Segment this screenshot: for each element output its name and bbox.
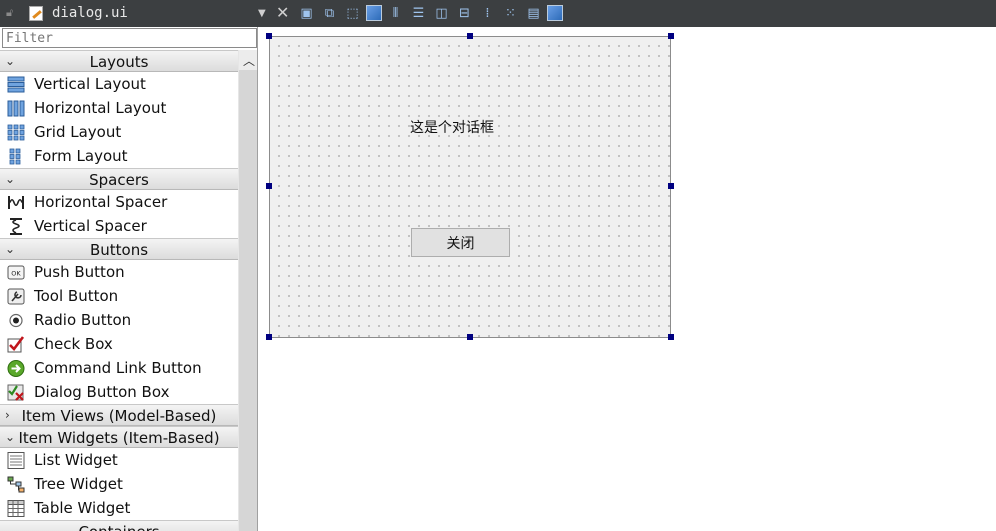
widget-item-table-widget[interactable]: Table Widget: [0, 496, 238, 520]
horizontal-layout-icon: [7, 100, 25, 117]
table-widget-icon: [7, 500, 25, 517]
layout-grid-icon[interactable]: ⁙: [501, 4, 520, 23]
widget-box-scrollbar[interactable]: ︿: [238, 50, 257, 531]
category-spacers[interactable]: ⌄ Spacers: [0, 168, 238, 190]
widget-item-vertical-layout[interactable]: Vertical Layout: [0, 72, 238, 96]
edit-buddies-icon[interactable]: ⬚: [343, 4, 362, 23]
widget-item-list-widget[interactable]: List Widget: [0, 448, 238, 472]
category-label: Item Widgets (Item-Based): [18, 429, 220, 447]
widget-item-label: Horizontal Spacer: [34, 193, 168, 211]
category-containers[interactable]: ⌄ Containers: [0, 520, 238, 531]
tool-button-icon: [7, 288, 25, 305]
widget-item-grid-layout[interactable]: Grid Layout: [0, 120, 238, 144]
widget-item-label: Vertical Spacer: [34, 217, 147, 235]
layout-form-icon[interactable]: ⁞: [478, 4, 497, 23]
horizontal-spacer-icon: [8, 196, 24, 209]
push-button-icon: OK: [7, 265, 25, 280]
widget-item-dialog-button-box[interactable]: Dialog Button Box: [0, 380, 238, 404]
resize-handle-top[interactable]: [467, 33, 473, 39]
layout-vertical-splitter-icon[interactable]: ⊟: [455, 4, 474, 23]
widget-item-horizontal-layout[interactable]: Horizontal Layout: [0, 96, 238, 120]
category-label: Item Views (Model-Based): [21, 407, 217, 425]
widget-item-label: Command Link Button: [34, 359, 202, 377]
layout-vertical-icon[interactable]: ☰: [409, 4, 428, 23]
category-item-widgets[interactable]: ⌄ Item Widgets (Item-Based): [0, 426, 238, 448]
widget-item-label: Radio Button: [34, 311, 132, 329]
widget-item-label: Tool Button: [34, 287, 119, 305]
file-tab-title[interactable]: dialog.ui: [52, 5, 128, 21]
widget-item-label: Push Button: [34, 263, 125, 281]
widget-item-horizontal-spacer[interactable]: Horizontal Spacer: [0, 190, 238, 214]
edit-tab-order-icon[interactable]: [366, 5, 382, 21]
category-buttons[interactable]: ⌄ Buttons: [0, 238, 238, 260]
file-dropdown-icon[interactable]: ▼: [258, 8, 266, 19]
widget-item-label: Form Layout: [34, 147, 128, 165]
widget-item-radio-button[interactable]: Radio Button: [0, 308, 238, 332]
resize-handle-bottom[interactable]: [467, 334, 473, 340]
break-layout-icon[interactable]: ▤: [524, 4, 543, 23]
widget-list: ⌄ Layouts Vertical Layout Horizontal Lay…: [0, 50, 238, 531]
dialog-button-box-icon: [7, 384, 24, 401]
check-box-icon: [7, 336, 25, 353]
form-canvas: 这是个对话框 关闭: [258, 27, 996, 531]
widget-item-label: Check Box: [34, 335, 113, 353]
widget-item-check-box[interactable]: Check Box: [0, 332, 238, 356]
resize-handle-left[interactable]: [266, 183, 272, 189]
list-widget-icon: [7, 452, 25, 469]
filter-input[interactable]: [2, 28, 257, 48]
widget-item-label: List Widget: [34, 451, 118, 469]
widget-item-vertical-spacer[interactable]: Vertical Spacer: [0, 214, 238, 238]
layout-horizontal-splitter-icon[interactable]: ◫: [432, 4, 451, 23]
widget-item-push-button[interactable]: OK Push Button: [0, 260, 238, 284]
widget-item-form-layout[interactable]: Form Layout: [0, 144, 238, 168]
widget-item-command-link-button[interactable]: Command Link Button: [0, 356, 238, 380]
resize-handle-right[interactable]: [668, 183, 674, 189]
ui-file-icon: [29, 6, 43, 21]
lock-icon: 🔓︎: [6, 6, 14, 19]
edit-signals-slots-icon[interactable]: ⧉: [320, 4, 339, 23]
resize-handle-top-left[interactable]: [266, 33, 272, 39]
radio-button-icon: [9, 313, 23, 328]
svg-text:OK: OK: [11, 270, 21, 278]
resize-handle-top-right[interactable]: [668, 33, 674, 39]
category-layouts[interactable]: ⌄ Layouts: [0, 50, 238, 72]
close-icon[interactable]: ✕: [276, 3, 289, 22]
widget-box-panel: ⌄ Layouts Vertical Layout Horizontal Lay…: [0, 27, 258, 531]
dialog-label[interactable]: 这是个对话框: [410, 117, 494, 137]
widget-item-tree-widget[interactable]: Tree Widget: [0, 472, 238, 496]
widget-item-label: Grid Layout: [34, 123, 122, 141]
close-button[interactable]: 关闭: [411, 228, 510, 257]
adjust-size-icon[interactable]: [547, 5, 563, 21]
category-item-views[interactable]: › Item Views (Model-Based): [0, 404, 238, 426]
form-layout-icon: [9, 148, 21, 165]
widget-item-label: Vertical Layout: [34, 75, 146, 93]
category-label: Layouts: [89, 53, 149, 71]
tree-widget-icon: [7, 476, 25, 493]
resize-handle-bottom-left[interactable]: [266, 334, 272, 340]
widget-item-label: Tree Widget: [34, 475, 123, 493]
category-label: Spacers: [89, 171, 149, 189]
layout-horizontal-icon[interactable]: ⦀: [386, 4, 405, 23]
editor-tab-bar: 🔓︎ dialog.ui ▼ ✕ ▣ ⧉ ⬚ ⦀ ☰ ◫ ⊟ ⁞ ⁙ ▤: [0, 0, 996, 27]
vertical-spacer-icon: [10, 218, 22, 235]
widget-item-label: Horizontal Layout: [34, 99, 167, 117]
dialog-form[interactable]: 这是个对话框 关闭: [269, 36, 671, 338]
command-link-icon: [7, 360, 25, 377]
vertical-layout-icon: [7, 76, 25, 93]
category-label: Buttons: [89, 241, 149, 259]
category-label: Containers: [0, 523, 238, 531]
form-editor-toolbar: ▣ ⧉ ⬚ ⦀ ☰ ◫ ⊟ ⁞ ⁙ ▤: [297, 4, 563, 24]
widget-item-label: Table Widget: [34, 499, 131, 517]
edit-widgets-icon[interactable]: ▣: [297, 4, 316, 23]
scroll-up-icon[interactable]: ︿: [239, 50, 257, 70]
widget-item-label: Dialog Button Box: [34, 383, 170, 401]
grid-layout-icon: [7, 124, 25, 141]
widget-item-tool-button[interactable]: Tool Button: [0, 284, 238, 308]
resize-handle-bottom-right[interactable]: [668, 334, 674, 340]
